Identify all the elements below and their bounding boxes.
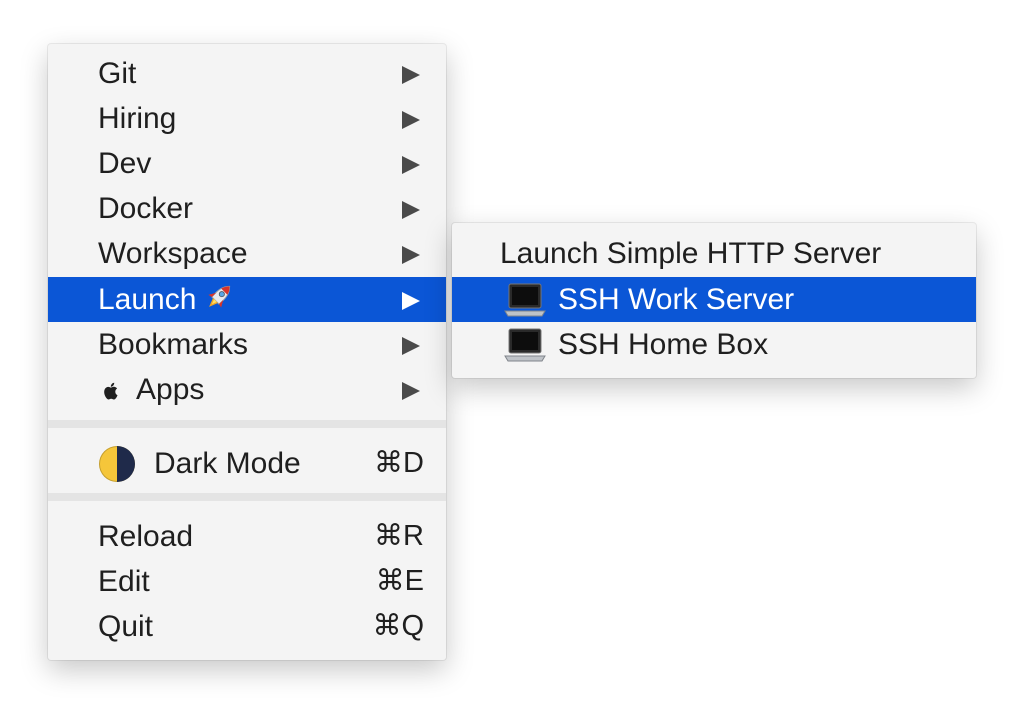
menu-item-label: Git — [98, 57, 137, 90]
menu-item-label: Docker — [98, 192, 194, 225]
menu-item-hiring[interactable]: Hiring — [48, 96, 446, 141]
menu-item-label: Quit — [98, 610, 154, 643]
menu-item-workspace[interactable]: Workspace — [48, 231, 446, 276]
main-menu: Git Hiring Dev Docker Workspace Launch B… — [48, 44, 446, 660]
chevron-right-icon — [402, 156, 420, 174]
submenu-item-launch-simple-http-server[interactable]: Launch Simple HTTP Server — [452, 231, 976, 276]
laptop-icon — [504, 328, 546, 362]
laptop-icon — [504, 283, 546, 317]
menu-item-label: Workspace — [98, 237, 248, 270]
launch-submenu: Launch Simple HTTP Server SSH Work Serve… — [452, 223, 976, 378]
submenu-item-ssh-work-server[interactable]: SSH Work Server — [452, 277, 976, 322]
menu-item-dev[interactable]: Dev — [48, 141, 446, 186]
keyboard-shortcut: ⌘R — [374, 520, 424, 552]
chevron-right-icon — [402, 292, 420, 310]
menu-item-label: Launch Simple HTTP Server — [500, 237, 882, 270]
menu-item-label: Edit — [98, 565, 150, 598]
menu-item-bookmarks[interactable]: Bookmarks — [48, 322, 446, 367]
menu-item-label: Reload — [98, 520, 194, 553]
menu-item-label: Launch — [98, 283, 197, 316]
submenu-item-ssh-home-box[interactable]: SSH Home Box — [452, 322, 976, 367]
menu-item-label: Bookmarks — [98, 328, 249, 361]
keyboard-shortcut: ⌘Q — [372, 610, 424, 642]
menu-item-dark-mode[interactable]: Dark Mode ⌘D — [48, 441, 446, 486]
chevron-right-icon — [402, 246, 420, 264]
menu-item-apps[interactable]: Apps — [48, 367, 446, 412]
keyboard-shortcut: ⌘D — [374, 447, 424, 479]
chevron-right-icon — [402, 111, 420, 129]
menu-item-label: Dev — [98, 147, 152, 180]
menu-item-label: SSH Home Box — [558, 328, 769, 361]
apple-icon — [104, 382, 118, 400]
menu-item-git[interactable]: Git — [48, 51, 446, 96]
moon-icon — [99, 446, 135, 482]
menu-item-edit[interactable]: Edit ⌘E — [48, 559, 446, 604]
menu-item-quit[interactable]: Quit ⌘Q — [48, 604, 446, 649]
chevron-right-icon — [402, 66, 420, 84]
menu-item-label-wrapper: Launch — [98, 277, 236, 322]
menu-item-label: SSH Work Server — [558, 283, 795, 316]
menu-item-label: Hiring — [98, 102, 177, 135]
chevron-right-icon — [402, 382, 420, 400]
rocket-icon — [208, 285, 231, 308]
menu-item-launch[interactable]: Launch — [48, 277, 446, 322]
menu-separator — [48, 420, 446, 428]
chevron-right-icon — [402, 201, 420, 219]
menu-item-label: Dark Mode — [154, 447, 301, 480]
menu-item-reload[interactable]: Reload ⌘R — [48, 514, 446, 559]
menu-separator — [48, 493, 446, 501]
chevron-right-icon — [402, 337, 420, 355]
menu-item-docker[interactable]: Docker — [48, 186, 446, 231]
menu-item-label: Apps — [136, 373, 205, 406]
keyboard-shortcut: ⌘E — [375, 565, 424, 597]
